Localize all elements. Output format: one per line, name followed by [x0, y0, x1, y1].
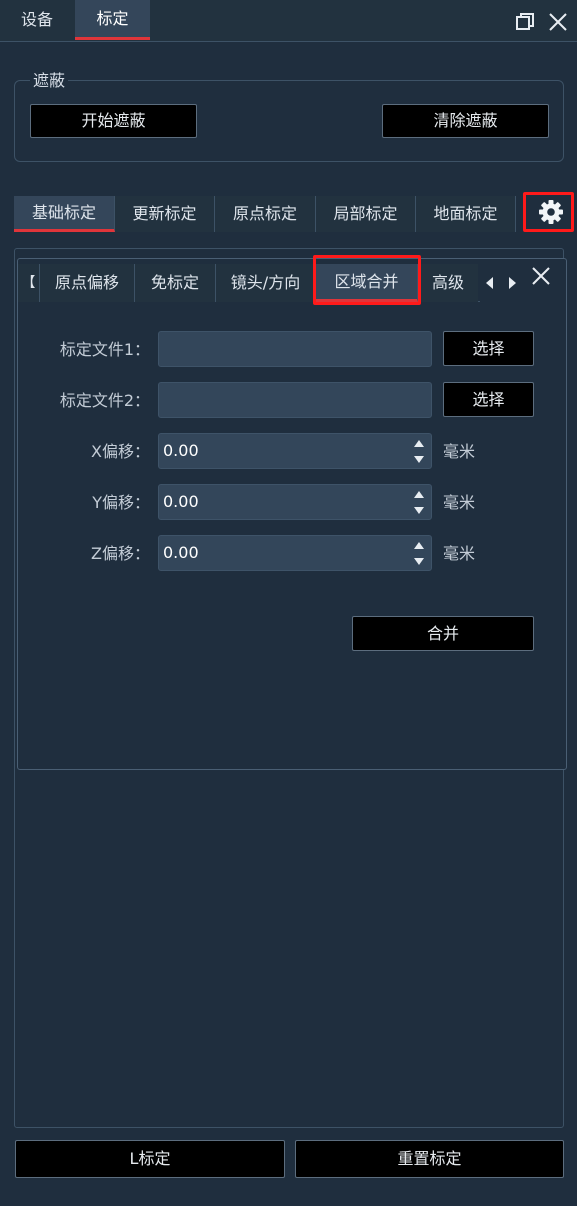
y-offset-spinbox[interactable]: 0.00: [158, 484, 432, 520]
panel-close-icon[interactable]: [530, 265, 552, 287]
tab-calibration[interactable]: 标定: [75, 0, 150, 40]
mask-group-title: 遮蔽: [30, 70, 69, 92]
spin-up-icon[interactable]: [413, 439, 425, 449]
l-calibration-button[interactable]: L标定: [15, 1140, 285, 1178]
y-offset-unit: 毫米: [443, 493, 476, 512]
calibration-file1-label: 标定文件1：: [59, 340, 150, 359]
reset-calibration-button[interactable]: 重置标定: [295, 1140, 564, 1178]
gear-icon[interactable]: [538, 199, 564, 225]
spin-down-icon[interactable]: [413, 556, 425, 566]
tab-basic-calibration[interactable]: 基础标定: [14, 196, 115, 232]
spin-down-icon[interactable]: [413, 454, 425, 464]
clear-mask-button[interactable]: 清除遮蔽: [382, 104, 549, 138]
tab-no-calibration[interactable]: 免标定: [135, 264, 216, 302]
select-file1-button[interactable]: 选择: [443, 331, 534, 366]
spin-down-icon[interactable]: [413, 505, 425, 515]
tab-partial-hidden[interactable]: 【: [18, 264, 40, 302]
x-offset-unit: 毫米: [443, 442, 476, 461]
tab-origin-calibration[interactable]: 原点标定: [215, 196, 316, 232]
spin-up-icon[interactable]: [413, 541, 425, 551]
y-offset-label: Y偏移：: [92, 493, 150, 512]
z-offset-unit: 毫米: [443, 544, 476, 563]
tab-advanced[interactable]: 高级: [418, 264, 478, 302]
x-offset-label: X偏移：: [91, 442, 150, 461]
z-offset-value: 0.00: [163, 543, 199, 562]
calibration-file2-field[interactable]: [158, 382, 432, 418]
tab-origin-offset[interactable]: 原点偏移: [40, 264, 135, 302]
z-offset-spinbox[interactable]: 0.00: [158, 535, 432, 571]
restore-window-icon[interactable]: [514, 11, 536, 33]
select-file2-button[interactable]: 选择: [443, 382, 534, 417]
calibration-file1-field[interactable]: [158, 331, 432, 367]
arrow-right-icon[interactable]: [504, 274, 520, 292]
spin-up-icon[interactable]: [413, 490, 425, 500]
x-offset-value: 0.00: [163, 441, 199, 460]
merge-button[interactable]: 合并: [352, 616, 534, 651]
tab-update-calibration[interactable]: 更新标定: [115, 196, 215, 232]
y-offset-value: 0.00: [163, 492, 199, 511]
calibration-file2-label: 标定文件2：: [59, 391, 150, 410]
tab-lens-direction[interactable]: 镜头/方向: [216, 264, 316, 302]
tab-local-calibration[interactable]: 局部标定: [316, 196, 416, 232]
region-merge-highlight: [313, 255, 421, 305]
tab-ground-calibration[interactable]: 地面标定: [416, 196, 516, 232]
tab-device[interactable]: 设备: [0, 0, 74, 40]
close-icon[interactable]: [546, 10, 570, 34]
arrow-left-icon[interactable]: [482, 274, 498, 292]
x-offset-spinbox[interactable]: 0.00: [158, 433, 432, 469]
z-offset-label: Z偏移：: [91, 544, 150, 563]
start-mask-button[interactable]: 开始遮蔽: [30, 104, 197, 138]
